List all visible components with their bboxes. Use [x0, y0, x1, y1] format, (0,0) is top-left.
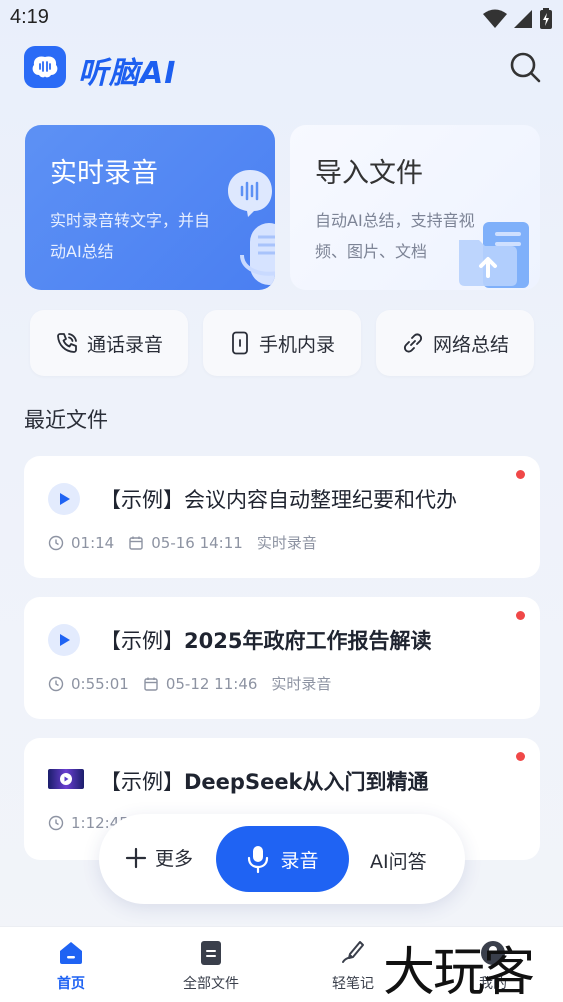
phone-internal-record-button[interactable]: 手机内录 [203, 310, 361, 376]
document-icon [201, 941, 221, 965]
record-label: 录音 [280, 849, 319, 872]
file-source: 实时录音 [256, 534, 317, 552]
record-card-desc: 实时录音转文字，并自动AI总结 [50, 211, 211, 261]
file-meta: 01:14 05-16 14:11 实时录音 [48, 532, 331, 553]
link-icon [403, 333, 423, 353]
file-title-text: DeepSeek从入门到精通 [184, 770, 429, 794]
unread-dot [516, 752, 525, 761]
pen-icon [342, 941, 364, 963]
file-title-prefix: 【示例】 [100, 629, 184, 653]
ai-qa-button[interactable]: AI问答 [370, 847, 427, 874]
realtime-record-card[interactable]: 实时录音 实时录音转文字，并自动AI总结 [25, 125, 275, 290]
wifi-icon [483, 9, 507, 28]
microphone-icon [248, 846, 269, 874]
clock-icon [48, 676, 64, 691]
file-title: 【示例】会议内容自动整理纪要和代办 [100, 484, 510, 514]
tab-all-files[interactable]: 全部文件 [156, 927, 266, 1002]
more-button[interactable]: 更多 [125, 844, 193, 871]
import-file-card[interactable]: 导入文件 自动AI总结，支持音视频、图片、文档 [290, 125, 540, 290]
signal-icon [514, 10, 532, 28]
file-title: 【示例】2025年政府工作报告解读 [100, 625, 510, 655]
app-logo-icon [24, 46, 66, 88]
file-title-prefix: 【示例】 [100, 770, 184, 794]
tab-light-notes-label: 轻笔记 [332, 976, 374, 992]
file-title: 【示例】DeepSeek从入门到精通 [100, 766, 510, 796]
tab-home-label: 首页 [57, 976, 85, 992]
microphone-illustration-icon [228, 170, 275, 285]
plus-icon [125, 847, 147, 868]
file-duration: 0:55:01 [71, 674, 129, 693]
tab-all-files-label: 全部文件 [183, 976, 239, 992]
file-title-text: 会议内容自动整理纪要和代办 [184, 488, 457, 512]
file-title-text: 2025年政府工作报告解读 [184, 629, 432, 653]
app-name: 听脑AI [78, 56, 177, 91]
unread-dot [516, 470, 525, 479]
record-button[interactable]: 录音 [216, 826, 349, 892]
tab-home[interactable]: 首页 [16, 927, 126, 1002]
video-thumbnail[interactable] [48, 769, 84, 789]
app-header: 听脑AI [0, 40, 563, 96]
battery-icon [540, 8, 552, 29]
upload-folder-illustration-icon [459, 222, 529, 288]
search-icon[interactable] [508, 50, 542, 84]
clock-icon [48, 815, 64, 831]
file-item[interactable]: 【示例】会议内容自动整理纪要和代办 01:14 05-16 14:11 实时录音 [24, 456, 540, 578]
web-summary-button[interactable]: 网络总结 [376, 310, 534, 376]
file-title-prefix: 【示例】 [100, 488, 184, 512]
more-label: 更多 [155, 848, 194, 870]
unread-dot [516, 611, 525, 620]
recent-files-heading: 最近文件 [24, 408, 108, 432]
record-card-title: 实时录音 [50, 158, 158, 189]
file-meta: 0:55:01 05-12 11:46 实时录音 [48, 673, 345, 694]
calendar-icon [129, 536, 143, 550]
status-bar: 4:19 [0, 0, 563, 36]
home-icon [60, 942, 82, 964]
phone-internal-label: 手机内录 [258, 333, 335, 356]
clock-icon [48, 535, 64, 550]
import-card-title: 导入文件 [315, 158, 423, 189]
status-icons [483, 8, 553, 30]
file-date: 05-12 11:46 [165, 674, 258, 693]
file-item[interactable]: 【示例】2025年政府工作报告解读 0:55:01 05-12 11:46 实时… [24, 597, 540, 719]
web-summary-label: 网络总结 [432, 333, 509, 356]
play-icon[interactable] [48, 483, 80, 515]
status-time: 4:19 [10, 6, 49, 28]
mobile-icon [232, 331, 248, 355]
play-icon[interactable] [48, 624, 80, 656]
call-record-button[interactable]: 通话录音 [30, 310, 188, 376]
file-date: 05-16 14:11 [151, 533, 243, 552]
file-duration: 01:14 [71, 533, 115, 552]
floating-action-bar: 更多 录音 AI问答 [99, 814, 465, 904]
watermark-text: 大玩客 [383, 943, 535, 1002]
phone-icon [57, 333, 77, 353]
call-record-label: 通话录音 [86, 333, 163, 356]
file-source: 实时录音 [271, 675, 332, 693]
calendar-icon [144, 677, 158, 691]
